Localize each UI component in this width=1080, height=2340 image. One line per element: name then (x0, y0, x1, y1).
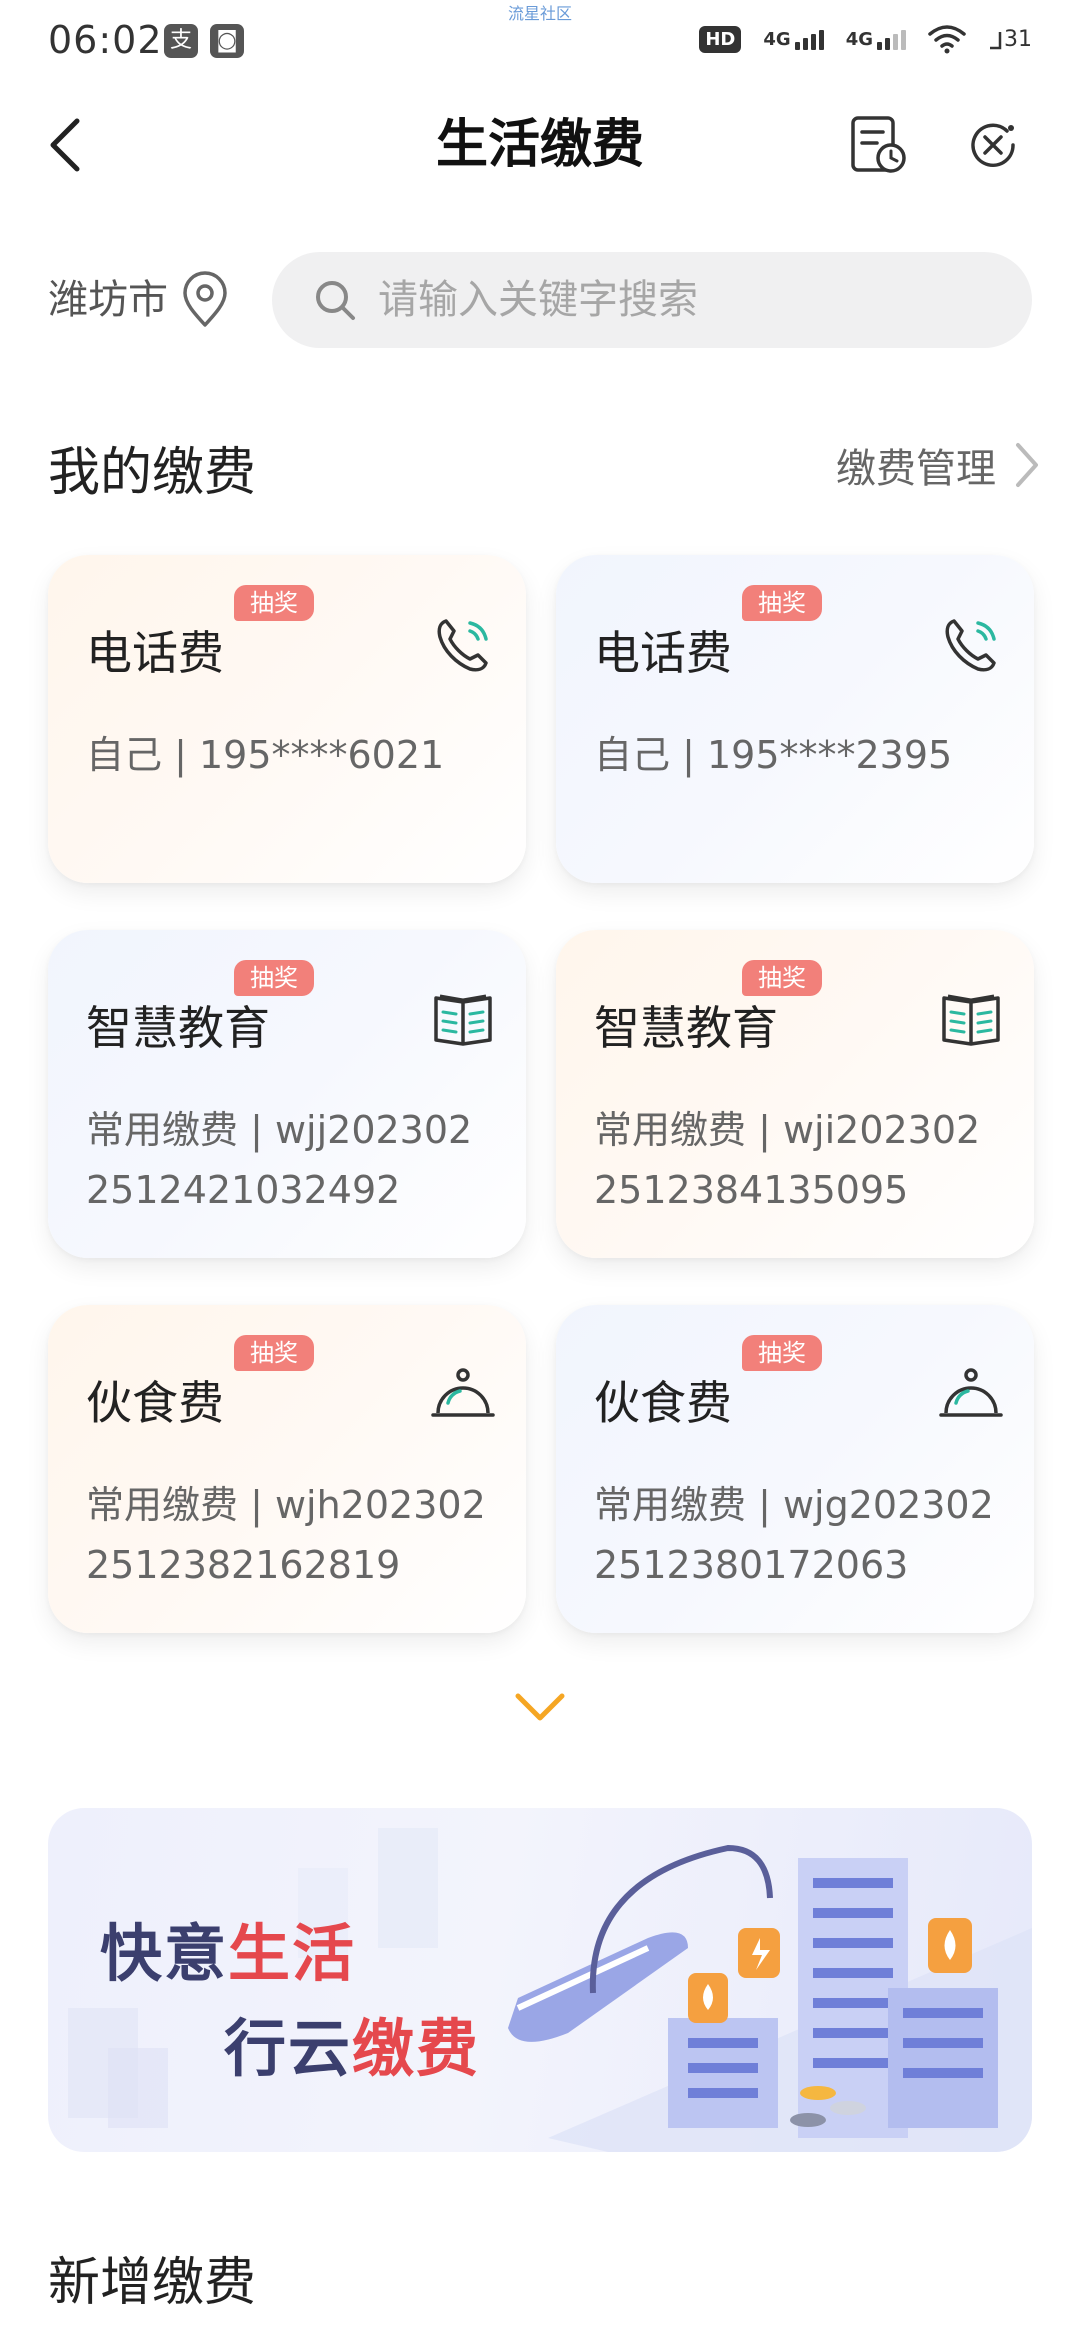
card-subtitle: 自己 | 195****2395 (594, 733, 953, 777)
card-title: 智慧教育 (86, 1001, 270, 1055)
search-icon (316, 281, 355, 320)
expand-more-button[interactable] (510, 1688, 570, 1728)
lottery-badge: 抽奖 (234, 1335, 314, 1371)
bill-record-button[interactable] (843, 110, 913, 180)
payment-management-link[interactable]: 缴费管理 (836, 436, 1040, 494)
hd-voice-icon: HD (699, 25, 742, 53)
chevron-left-icon (50, 118, 80, 172)
card-subtitle: 自己 | 195****6021 (86, 733, 445, 777)
book-icon (942, 994, 1000, 1046)
cell-signal-2-icon: 4G (846, 29, 906, 50)
card-title: 伙食费 (86, 1376, 224, 1430)
my-payments-title: 我的缴费 (48, 443, 257, 503)
banner-text-1a: 快意 (100, 1917, 229, 1990)
payment-card-phone-1[interactable]: 抽奖 电话费 自己 | 195****6021 (48, 555, 526, 883)
chevron-down-icon (515, 1693, 565, 1721)
lottery-badge: 抽奖 (742, 585, 822, 621)
card-title: 智慧教育 (594, 1001, 778, 1055)
search-bar[interactable] (272, 252, 1032, 348)
location-pin-icon (183, 271, 227, 327)
battery-icon (990, 32, 1002, 50)
battery-indicator: 31 (988, 27, 1032, 52)
banner-slogan-line1: 快意生活 (100, 1903, 356, 1993)
card-subtitle: 常用缴费 | wjg2023022512380172063 (594, 1483, 994, 1587)
phone-icon (945, 619, 996, 672)
card-title: 伙食费 (594, 1376, 732, 1430)
payment-card-meal-2[interactable]: 抽奖 伙食费 常用缴费 | wjg2023022512380172063 (556, 1305, 1034, 1633)
banner-text-2b: 缴费 (352, 2012, 481, 2085)
card-subtitle: 常用缴费 | wjh2023022512382162819 (86, 1483, 486, 1587)
food-cloche-icon (939, 1368, 1003, 1417)
banner-slogan-line2: 行云缴费 (224, 1998, 480, 2088)
back-button[interactable] (40, 115, 90, 175)
cell-signal-1-icon: 4G (763, 28, 824, 50)
chevron-right-icon (1016, 443, 1038, 487)
page-title: 生活缴费 (435, 115, 644, 175)
payment-card-education-1[interactable]: 抽奖 智慧教育 常用缴费 | wjj2023022512421032492 (48, 930, 526, 1258)
payment-card-meal-1[interactable]: 抽奖 伙食费 常用缴费 | wjh2023022512382162819 (48, 1305, 526, 1633)
city-selector[interactable]: 潍坊市 (48, 270, 230, 330)
watermark-text: 流星社区 (508, 4, 573, 23)
book-icon (434, 994, 492, 1046)
banner-text-1b: 生活 (228, 1917, 357, 1990)
promo-banner[interactable]: 快意生活 行云缴费 (48, 1808, 1032, 2152)
payment-card-phone-2[interactable]: 抽奖 电话费 自己 | 195****2395 (556, 555, 1034, 883)
phone-icon (437, 619, 488, 672)
search-input[interactable] (376, 276, 1000, 324)
close-button[interactable] (958, 110, 1028, 180)
alipay-notification-icon: 支 (164, 24, 198, 58)
network-type-1: 4G (763, 28, 791, 50)
status-indicators: HD 4G 4G 31 (699, 24, 1032, 54)
payment-management-label: 缴费管理 (836, 446, 996, 492)
status-time: 06:02 (48, 18, 163, 62)
card-title: 电话费 (594, 626, 732, 680)
network-type-2: 4G (845, 28, 873, 50)
banner-text-2a: 行云 (224, 2012, 353, 2085)
city-name: 潍坊市 (48, 277, 168, 323)
message-notification-icon: ◙ (210, 24, 244, 58)
lottery-badge: 抽奖 (234, 960, 314, 996)
new-payment-title: 新增缴费 (48, 2253, 257, 2313)
lottery-badge: 抽奖 (742, 960, 822, 996)
lottery-badge: 抽奖 (742, 1335, 822, 1371)
card-title: 电话费 (86, 626, 224, 680)
bill-record-icon (851, 116, 906, 173)
card-subtitle: 常用缴费 | wjj2023022512421032492 (86, 1108, 473, 1212)
payment-card-education-2[interactable]: 抽奖 智慧教育 常用缴费 | wji2023022512384135095 (556, 930, 1034, 1258)
wifi-icon (928, 25, 966, 54)
battery-level: 31 (1004, 26, 1032, 52)
lottery-badge: 抽奖 (234, 585, 314, 621)
close-icon (971, 123, 1015, 167)
card-subtitle: 常用缴费 | wji2023022512384135095 (594, 1108, 981, 1212)
food-cloche-icon (431, 1368, 495, 1417)
